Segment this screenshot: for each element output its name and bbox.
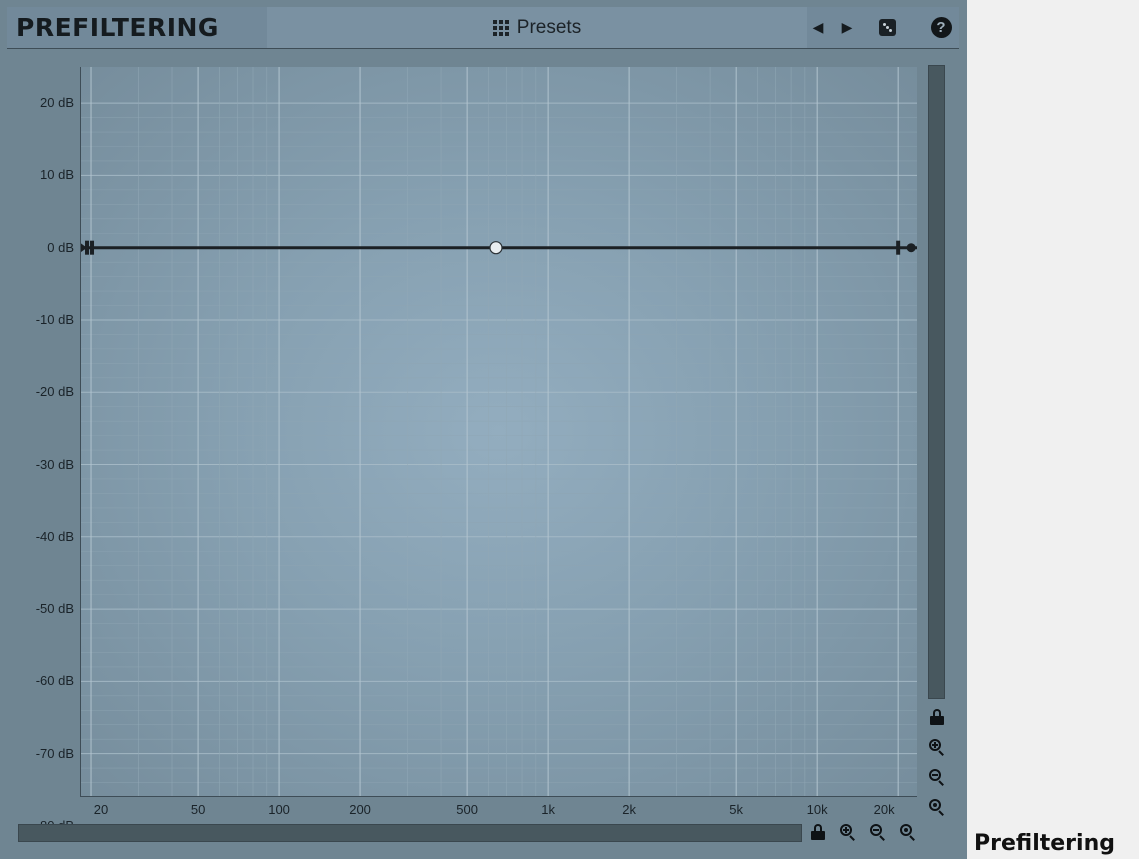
lock-icon bbox=[811, 824, 825, 840]
x-axis-label: 5k bbox=[729, 802, 744, 817]
y-axis-label: -60 dB bbox=[35, 673, 74, 689]
zoom-reset-icon bbox=[929, 799, 945, 816]
presets-button[interactable]: Presets bbox=[267, 7, 807, 48]
y-axis-label: 10 dB bbox=[40, 167, 74, 183]
presets-label: Presets bbox=[516, 16, 582, 38]
horizontal-zoom-in-button[interactable] bbox=[838, 822, 858, 842]
lock-icon bbox=[930, 709, 944, 725]
band-node-handle bbox=[489, 241, 503, 255]
grid-icon bbox=[492, 19, 509, 36]
x-axis-label: 20k bbox=[873, 802, 895, 817]
zoom-out-icon bbox=[929, 769, 945, 786]
y-axis-label: -70 dB bbox=[35, 745, 74, 761]
y-axis-label: -40 dB bbox=[35, 528, 74, 544]
horizontal-lock-button[interactable] bbox=[808, 822, 828, 842]
section-caption: Prefiltering bbox=[974, 831, 1115, 856]
zoom-in-icon bbox=[929, 739, 945, 756]
vertical-zoom-in-button[interactable] bbox=[927, 737, 947, 757]
x-axis-label: 1k bbox=[541, 802, 555, 817]
x-axis-label: 50 bbox=[190, 802, 206, 817]
random-preset-button[interactable] bbox=[873, 7, 901, 48]
panel-title: PREFILTERING bbox=[16, 13, 219, 42]
vertical-lock-button[interactable] bbox=[927, 707, 947, 727]
help-button[interactable]: ? bbox=[927, 7, 955, 48]
frequency-response-graph[interactable] bbox=[80, 67, 917, 797]
vertical-scrollbar[interactable] bbox=[928, 65, 945, 699]
high-cut-node bbox=[906, 243, 916, 253]
x-axis-label: 100 bbox=[268, 802, 290, 817]
high-cut-handle bbox=[896, 240, 901, 255]
triangle-left-icon: ◀ bbox=[812, 19, 824, 35]
y-axis-label: -30 dB bbox=[35, 456, 74, 472]
horizontal-scrollbar[interactable] bbox=[18, 824, 802, 842]
vertical-zoom-out-button[interactable] bbox=[927, 767, 947, 787]
x-axis-label: 200 bbox=[349, 802, 371, 817]
graph-canvas[interactable] bbox=[80, 67, 917, 797]
x-axis-label: 20 bbox=[93, 802, 109, 817]
x-axis-label: 2k bbox=[622, 802, 636, 817]
low-cut-handle bbox=[85, 240, 90, 255]
y-axis-label: -10 dB bbox=[35, 311, 74, 327]
x-axis-label: 10k bbox=[806, 802, 828, 817]
zoom-in-icon bbox=[840, 824, 856, 841]
prefiltering-panel: PREFILTERING Presets ◀ ▶ ? 20 dB 10 dB 0 d… bbox=[0, 0, 967, 859]
dice-icon bbox=[878, 19, 896, 36]
y-axis-label: -20 dB bbox=[35, 384, 74, 400]
y-axis-label: -50 dB bbox=[35, 601, 74, 617]
next-preset-button[interactable]: ▶ bbox=[833, 7, 861, 48]
y-axis-label: 0 dB bbox=[47, 239, 74, 255]
triangle-right-icon: ▶ bbox=[841, 19, 853, 35]
x-axis-label: 500 bbox=[456, 802, 478, 817]
horizontal-zoom-reset-button[interactable] bbox=[898, 822, 918, 842]
low-cut-handle-edge bbox=[90, 240, 95, 255]
zoom-reset-icon bbox=[900, 824, 916, 841]
help-icon: ? bbox=[930, 17, 952, 38]
horizontal-zoom-out-button[interactable] bbox=[868, 822, 888, 842]
header-bar: PREFILTERING Presets ◀ ▶ ? bbox=[7, 7, 959, 49]
y-axis-label: 20 dB bbox=[40, 95, 74, 111]
zoom-out-icon bbox=[870, 824, 886, 841]
vertical-zoom-reset-button[interactable] bbox=[927, 797, 947, 817]
previous-preset-button[interactable]: ◀ bbox=[804, 7, 832, 48]
